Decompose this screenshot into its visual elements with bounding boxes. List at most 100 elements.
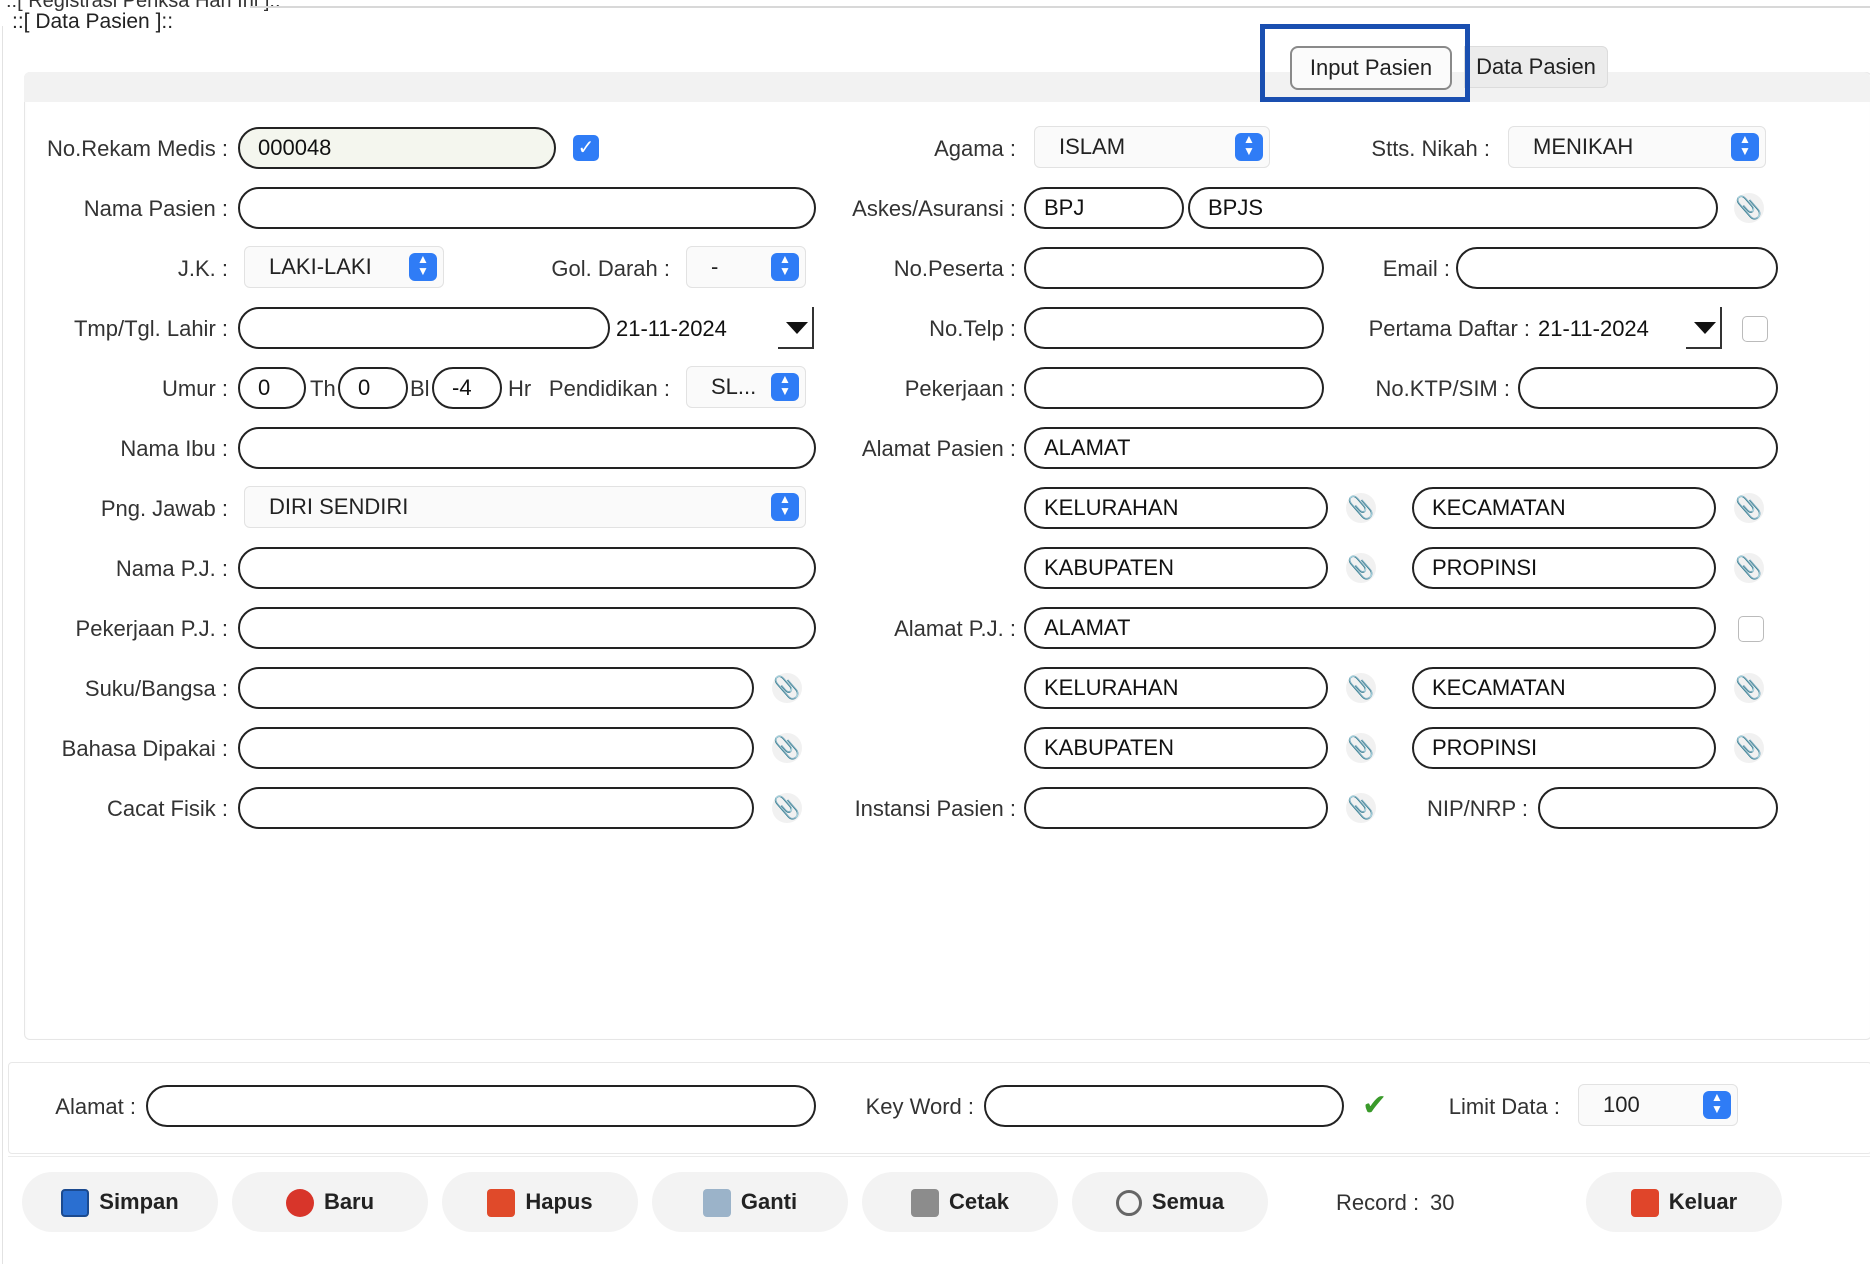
askes-name-input[interactable]: BPJS bbox=[1188, 187, 1718, 229]
nama-ibu-input[interactable] bbox=[238, 427, 816, 469]
kabupaten-pj-input[interactable]: KABUPATEN bbox=[1024, 727, 1328, 769]
kecamatan-input[interactable]: KECAMATAN bbox=[1412, 487, 1716, 529]
paperclip-icon[interactable]: 📎 bbox=[1734, 733, 1764, 763]
semua-button[interactable]: Semua bbox=[1072, 1172, 1268, 1232]
ganti-button[interactable]: Ganti bbox=[652, 1172, 848, 1232]
paperclip-icon[interactable]: 📎 bbox=[772, 673, 802, 703]
umur-label: Umur : bbox=[162, 376, 228, 401]
propinsi-input[interactable]: PROPINSI bbox=[1412, 547, 1716, 589]
nama-pasien-input[interactable] bbox=[238, 187, 816, 229]
alamat-pasien-input[interactable]: ALAMAT bbox=[1024, 427, 1778, 469]
kecamatan-pj-input[interactable]: KECAMATAN bbox=[1412, 667, 1716, 709]
limit-data-label: Limit Data : bbox=[1448, 1094, 1560, 1119]
limit-data-select[interactable]: 100 ▲ ▼ bbox=[1578, 1084, 1738, 1126]
nip-input[interactable] bbox=[1538, 787, 1778, 829]
nama-ibu-label: Nama Ibu : bbox=[120, 436, 228, 461]
paperclip-icon[interactable]: 📎 bbox=[1734, 553, 1764, 583]
tab-highlight-box bbox=[1260, 24, 1470, 102]
cacat-input[interactable] bbox=[238, 787, 754, 829]
nama-pasien-label: Nama Pasien : bbox=[83, 196, 228, 221]
keyword-label: Key Word : bbox=[865, 1094, 974, 1119]
keyword-input[interactable] bbox=[984, 1085, 1344, 1127]
paperclip-icon[interactable]: 📎 bbox=[1346, 793, 1376, 823]
paperclip-icon[interactable]: 📎 bbox=[772, 793, 802, 823]
paperclip-icon[interactable]: 📎 bbox=[1346, 493, 1376, 523]
no-ktp-input[interactable] bbox=[1518, 367, 1778, 409]
nama-pj-input[interactable] bbox=[238, 547, 816, 589]
gol-darah-select[interactable]: - ▲ ▼ bbox=[686, 246, 806, 288]
no-rm-auto-checkbox[interactable]: ✓ bbox=[573, 135, 599, 161]
baru-label: Baru bbox=[323, 1189, 375, 1214]
no-peserta-input[interactable] bbox=[1024, 247, 1324, 289]
save-icon bbox=[61, 1189, 90, 1218]
email-input[interactable] bbox=[1456, 247, 1778, 289]
instansi-input[interactable] bbox=[1024, 787, 1328, 829]
checkmark-search-icon[interactable]: ✔ bbox=[1362, 1088, 1387, 1123]
no-rm-input[interactable]: 000048 bbox=[238, 127, 556, 169]
record-label: Record : bbox=[1336, 1190, 1420, 1215]
umur-bl-input[interactable]: 0 bbox=[338, 367, 408, 409]
gol-darah-label: Gol. Darah : bbox=[551, 256, 670, 281]
no-telp-label: No.Telp : bbox=[929, 316, 1016, 341]
pertama-daftar-value[interactable]: 21-11-2024 bbox=[1538, 316, 1649, 342]
pekerjaan-input[interactable] bbox=[1024, 367, 1324, 409]
search-alamat-label: Alamat : bbox=[55, 1094, 136, 1119]
pekerjaan-label: Pekerjaan : bbox=[904, 376, 1016, 401]
paperclip-icon[interactable]: 📎 bbox=[1734, 673, 1764, 703]
alamat-pj-checkbox[interactable] bbox=[1738, 616, 1764, 642]
paperclip-icon[interactable]: 📎 bbox=[1346, 673, 1376, 703]
simpan-button[interactable]: Simpan bbox=[22, 1172, 218, 1232]
kabupaten-input[interactable]: KABUPATEN bbox=[1024, 547, 1328, 589]
bl-label: Bl bbox=[410, 376, 430, 401]
paperclip-icon[interactable]: 📎 bbox=[1346, 553, 1376, 583]
select-arrows-icon: ▲ ▼ bbox=[409, 253, 437, 281]
cetak-button[interactable]: Cetak bbox=[862, 1172, 1058, 1232]
hapus-button[interactable]: Hapus bbox=[442, 1172, 638, 1232]
limit-data-value: 100 bbox=[1603, 1092, 1640, 1117]
pendidikan-select[interactable]: SL... ▲ ▼ bbox=[686, 366, 806, 408]
keluar-button[interactable]: Keluar bbox=[1586, 1172, 1782, 1232]
pertama-daftar-dropdown-button[interactable] bbox=[1686, 307, 1722, 349]
record-count: 30 bbox=[1430, 1190, 1455, 1215]
bahasa-label: Bahasa Dipakai : bbox=[61, 736, 228, 761]
umur-th-input[interactable]: 0 bbox=[238, 367, 306, 409]
no-telp-input[interactable] bbox=[1024, 307, 1324, 349]
paperclip-icon[interactable]: 📎 bbox=[1734, 493, 1764, 523]
select-arrows-icon: ▲ ▼ bbox=[1703, 1091, 1731, 1119]
keluar-label: Keluar bbox=[1668, 1189, 1738, 1214]
askes-label: Askes/Asuransi : bbox=[852, 196, 1016, 221]
pertama-daftar-checkbox[interactable] bbox=[1742, 316, 1768, 342]
paperclip-icon[interactable]: 📎 bbox=[1734, 193, 1764, 223]
bahasa-input[interactable] bbox=[238, 727, 754, 769]
stts-nikah-select[interactable]: MENIKAH ▲ ▼ bbox=[1508, 126, 1766, 168]
jk-select[interactable]: LAKI-LAKI ▲ ▼ bbox=[244, 246, 444, 288]
kelurahan-pj-input[interactable]: KELURAHAN bbox=[1024, 667, 1328, 709]
tgl-lahir-value[interactable]: 21-11-2024 bbox=[616, 316, 727, 342]
search-alamat-input[interactable] bbox=[146, 1085, 816, 1127]
baru-button[interactable]: Baru bbox=[232, 1172, 428, 1232]
agama-select[interactable]: ISLAM ▲ ▼ bbox=[1034, 126, 1270, 168]
frame-divider bbox=[250, 6, 1870, 8]
exit-icon bbox=[1630, 1189, 1659, 1218]
kelurahan-input[interactable]: KELURAHAN bbox=[1024, 487, 1328, 529]
tgl-lahir-dropdown-button[interactable] bbox=[778, 307, 814, 349]
tab-data-pasien[interactable]: Data Pasien bbox=[1464, 46, 1608, 88]
propinsi-pj-input[interactable]: PROPINSI bbox=[1412, 727, 1716, 769]
th-label: Th bbox=[310, 376, 336, 401]
nip-label: NIP/NRP : bbox=[1426, 796, 1528, 821]
alamat-pj-input[interactable]: ALAMAT bbox=[1024, 607, 1716, 649]
pertama-daftar-label: Pertama Daftar : bbox=[1368, 316, 1530, 341]
paperclip-icon[interactable]: 📎 bbox=[772, 733, 802, 763]
pekerjaan-pj-input[interactable] bbox=[238, 607, 816, 649]
askes-code-input[interactable]: BPJ bbox=[1024, 187, 1184, 229]
suku-input[interactable] bbox=[238, 667, 754, 709]
tmp-lahir-input[interactable] bbox=[238, 307, 610, 349]
search-icon bbox=[1115, 1190, 1142, 1217]
jk-select-value: LAKI-LAKI bbox=[269, 254, 372, 279]
select-arrows-icon: ▲ ▼ bbox=[1235, 133, 1263, 161]
ganti-label: Ganti bbox=[740, 1189, 798, 1214]
gol-darah-value: - bbox=[711, 254, 719, 279]
umur-hr-input[interactable]: -4 bbox=[432, 367, 502, 409]
png-jawab-select[interactable]: DIRI SENDIRI ▲ ▼ bbox=[244, 486, 806, 528]
paperclip-icon[interactable]: 📎 bbox=[1346, 733, 1376, 763]
